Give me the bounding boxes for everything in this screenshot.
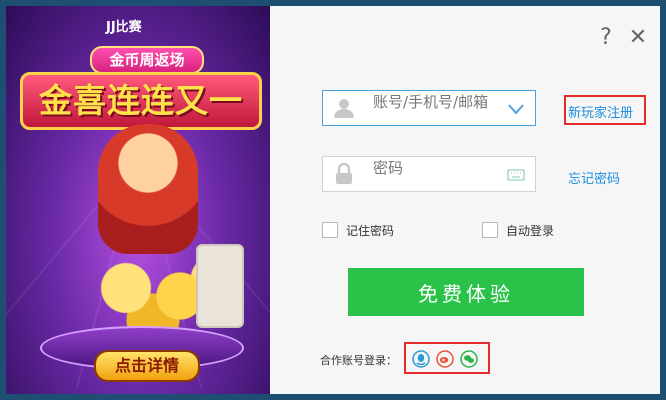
chevron-down-icon[interactable] [507,100,525,118]
promo-details-button[interactable]: 点击详情 [94,350,200,382]
auto-login-label: 自动登录 [506,224,555,238]
password-placeholder: 密码 [373,159,404,177]
qq-icon[interactable] [412,350,430,368]
promo-subtitle: 金币周返场 [90,46,204,74]
lock-icon [336,163,352,184]
password-input[interactable]: 密码 [322,156,536,192]
free-trial-button[interactable]: 免费体验 [348,268,584,316]
close-icon[interactable]: ✕ [628,27,648,49]
forgot-password-link[interactable]: 忘记密码 [568,168,620,187]
remember-password-checkbox[interactable] [322,222,338,238]
help-icon[interactable]: ? [596,27,616,49]
login-window: JJ比赛 金币周返场 金喜连连又一波 点击详情 ? ✕ 账号/手机号/邮箱 新玩… [0,0,666,400]
wechat-icon[interactable] [460,350,478,368]
promo-headline: 金喜连连又一波 [20,72,262,172]
account-input[interactable]: 账号/手机号/邮箱 [322,90,536,126]
brand-logo: JJ比赛 [106,20,142,35]
weibo-icon[interactable] [436,350,454,368]
remember-password-label: 记住密码 [346,224,395,238]
promo-banner[interactable]: JJ比赛 金币周返场 金喜连连又一波 点击详情 [6,6,270,394]
keyboard-icon[interactable] [507,166,525,184]
register-link[interactable]: 新玩家注册 [568,102,633,121]
partner-login-label: 合作账号登录： [320,354,397,367]
mascot-image [98,124,198,254]
auto-login-checkbox[interactable] [482,222,498,238]
user-icon [334,99,354,118]
account-placeholder: 账号/手机号/邮箱 [373,93,489,111]
phone-prize-image [196,244,244,328]
